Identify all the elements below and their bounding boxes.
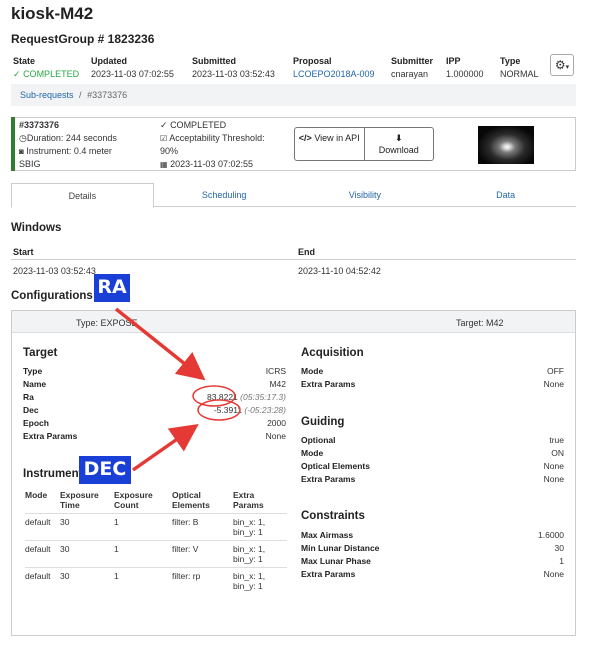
ra-annotation-label: RA <box>94 274 130 302</box>
annotation-overlay <box>114 307 241 472</box>
ra-highlight-oval <box>192 385 236 407</box>
dec-highlight-oval <box>197 399 241 421</box>
dec-arrow <box>131 423 199 472</box>
dec-annotation-label: DEC <box>79 456 131 484</box>
ra-arrow <box>114 307 206 381</box>
